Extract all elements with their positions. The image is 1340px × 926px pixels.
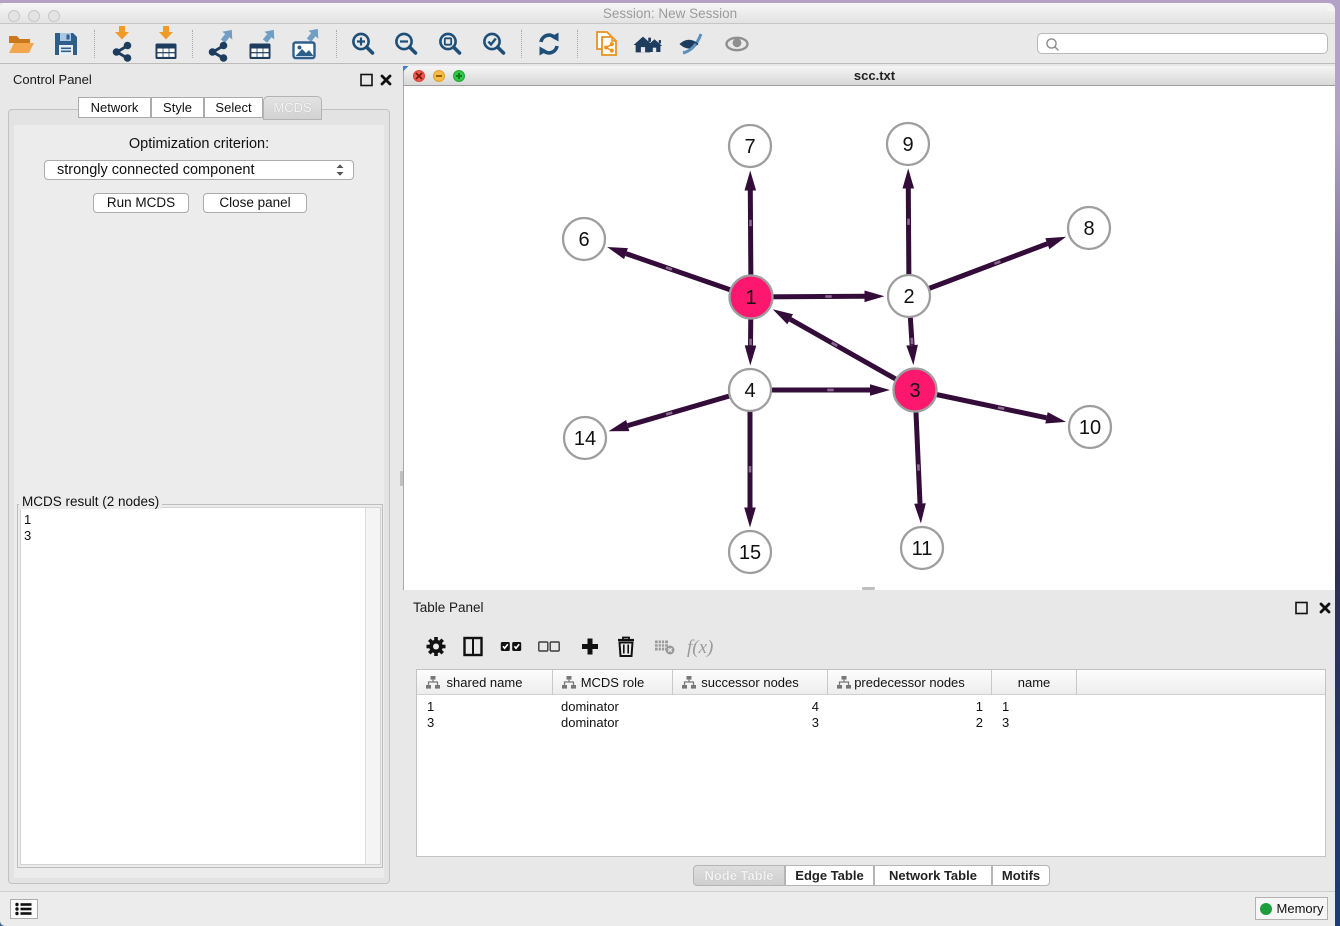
svg-text:11: 11	[912, 538, 933, 560]
svg-text:3: 3	[909, 380, 920, 402]
svg-text:4: 4	[744, 380, 755, 402]
svg-text:7: 7	[744, 136, 755, 158]
svg-text:10: 10	[1079, 417, 1101, 439]
svg-text:14: 14	[574, 428, 596, 450]
svg-text:2: 2	[903, 286, 914, 308]
svg-text:15: 15	[739, 542, 761, 564]
svg-text:6: 6	[578, 229, 589, 251]
svg-text:9: 9	[902, 134, 913, 156]
svg-text:8: 8	[1083, 218, 1094, 240]
svg-text:f(x): f(x)	[687, 637, 713, 658]
svg-text:1: 1	[745, 287, 756, 309]
